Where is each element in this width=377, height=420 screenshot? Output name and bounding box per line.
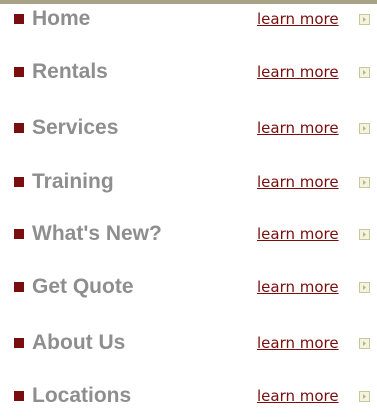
nav-list: Home learn more Rentals learn more Servi… — [0, 0, 377, 414]
bullet-icon — [14, 229, 24, 239]
learn-more-link[interactable]: learn more — [257, 56, 339, 88]
learn-more-link[interactable]: learn more — [257, 380, 339, 412]
bullet-icon — [14, 282, 24, 292]
bullet-icon — [14, 177, 24, 187]
nav-item-label[interactable]: Get Quote — [32, 271, 134, 303]
nav-item-about-us[interactable]: About Us learn more — [0, 327, 377, 367]
learn-more-link[interactable]: learn more — [257, 112, 339, 144]
arrow-right-icon[interactable] — [359, 338, 370, 349]
learn-more-link[interactable]: learn more — [257, 218, 339, 250]
bullet-icon — [14, 123, 24, 133]
nav-item-training[interactable]: Training learn more — [0, 166, 377, 206]
nav-item-services[interactable]: Services learn more — [0, 112, 377, 152]
arrow-right-icon[interactable] — [359, 67, 370, 78]
nav-item-get-quote[interactable]: Get Quote learn more — [0, 271, 377, 311]
nav-item-label[interactable]: Services — [32, 112, 118, 144]
learn-more-link[interactable]: learn more — [257, 327, 339, 359]
nav-item-label[interactable]: What's New? — [32, 218, 162, 250]
arrow-right-icon[interactable] — [359, 282, 370, 293]
bullet-icon — [14, 67, 24, 77]
bullet-icon — [14, 338, 24, 348]
nav-item-label[interactable]: Rentals — [32, 56, 108, 88]
arrow-right-icon[interactable] — [359, 123, 370, 134]
nav-item-label[interactable]: Locations — [32, 380, 131, 412]
nav-item-home[interactable]: Home learn more — [0, 3, 377, 43]
nav-item-label[interactable]: Training — [32, 166, 114, 198]
learn-more-link[interactable]: learn more — [257, 166, 339, 198]
nav-item-label[interactable]: About Us — [32, 327, 125, 359]
nav-item-locations[interactable]: Locations learn more — [0, 380, 377, 420]
nav-item-rentals[interactable]: Rentals learn more — [0, 56, 377, 96]
bullet-icon — [14, 14, 24, 24]
arrow-right-icon[interactable] — [359, 14, 370, 25]
arrow-right-icon[interactable] — [359, 177, 370, 188]
nav-item-whats-new[interactable]: What's New? learn more — [0, 218, 377, 258]
nav-item-label[interactable]: Home — [32, 3, 90, 35]
arrow-right-icon[interactable] — [359, 391, 370, 402]
bullet-icon — [14, 391, 24, 401]
learn-more-link[interactable]: learn more — [257, 271, 339, 303]
learn-more-link[interactable]: learn more — [257, 3, 339, 35]
arrow-right-icon[interactable] — [359, 229, 370, 240]
